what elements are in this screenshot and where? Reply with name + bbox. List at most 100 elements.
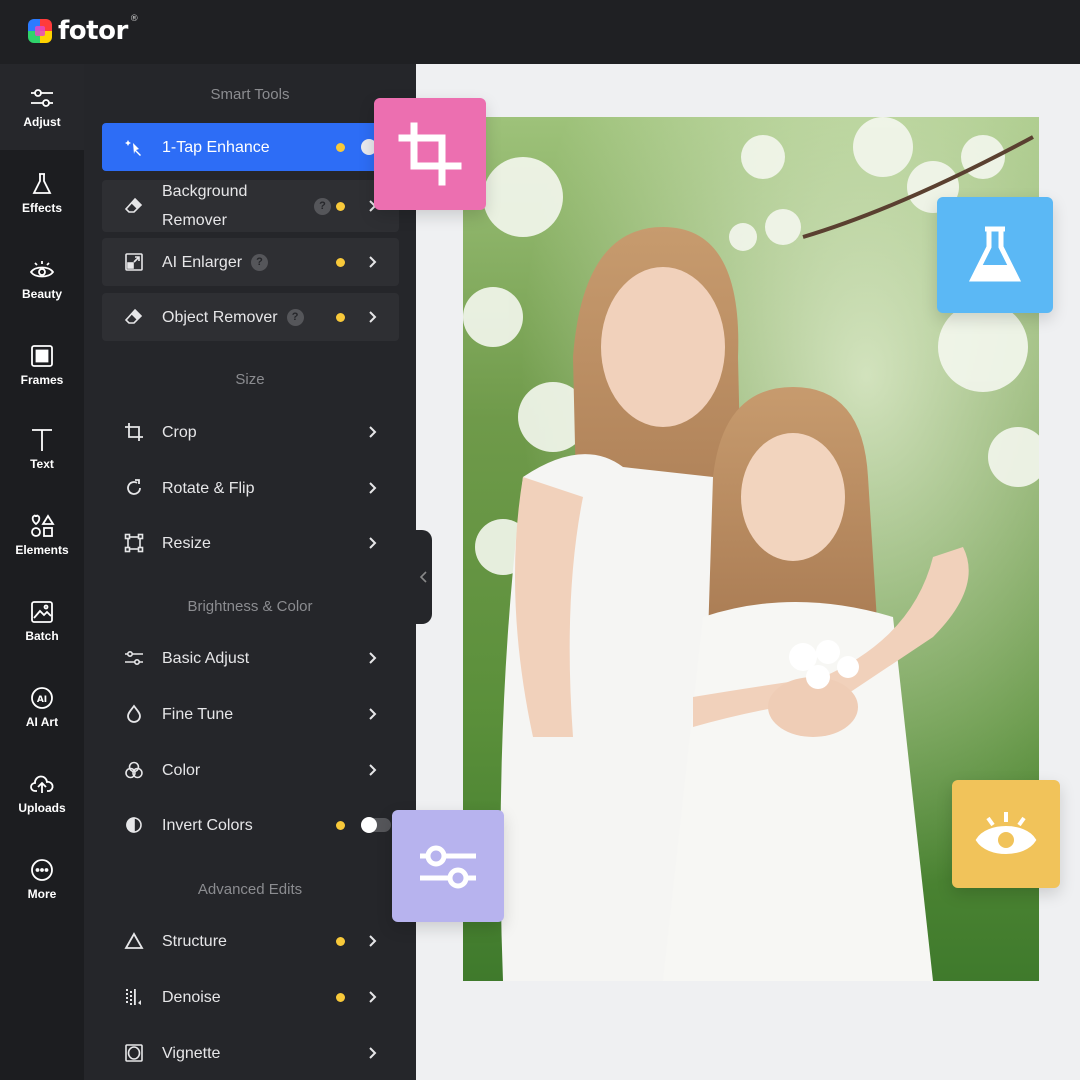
rail-item-text[interactable]: Text (0, 406, 84, 492)
tool-background-remover[interactable]: Background Remover ? (102, 180, 399, 232)
tool-label: Invert Colors (162, 816, 253, 834)
chevron-right-icon (369, 935, 377, 947)
premium-dot (336, 820, 345, 830)
eye-icon (29, 261, 55, 278)
text-icon (32, 429, 52, 451)
tool-color[interactable]: Color (102, 746, 399, 794)
chevron-right-icon (369, 311, 377, 323)
rail-item-batch[interactable]: Batch (0, 578, 84, 664)
flask-icon (32, 173, 52, 194)
rail-label: Beauty (21, 287, 62, 301)
logo-text: fotor (58, 16, 128, 46)
invert-icon (126, 817, 142, 833)
logo-registered-mark: ® (129, 14, 139, 24)
section-title-brightness-color: Brightness & Color (187, 598, 313, 615)
tool-rotate-flip[interactable]: Rotate & Flip (102, 464, 399, 512)
rail-label: Text (30, 457, 54, 471)
rail-item-beauty[interactable]: Beauty (0, 236, 84, 322)
rail-label: Batch (25, 629, 59, 643)
tool-basic-adjust[interactable]: Basic Adjust (102, 634, 399, 682)
tool-object-remover[interactable]: Object Remover ? (102, 293, 399, 341)
rail-item-effects[interactable]: Effects (0, 150, 84, 236)
fotor-logo-mark-icon (28, 19, 52, 43)
tool-structure[interactable]: Structure (102, 917, 399, 965)
tool-label: Structure (162, 932, 227, 950)
eye-icon (975, 812, 1037, 854)
tool-label-line-1: Background (162, 183, 248, 200)
rail-label: Frames (20, 373, 64, 387)
help-icon[interactable]: ? (286, 308, 304, 326)
tool-label: Basic Adjust (162, 649, 250, 667)
top-bar: fotor ® (0, 0, 1080, 64)
tool-label: Fine Tune (162, 705, 234, 723)
beauty-badge (952, 780, 1060, 888)
rail-item-more[interactable]: More (0, 836, 84, 922)
tool-vignette[interactable]: Vignette (102, 1029, 399, 1077)
adjust-badge (392, 810, 504, 922)
triangle-icon (124, 932, 144, 949)
rail-label: Elements (15, 543, 69, 557)
rail-label: Adjust (23, 115, 61, 129)
rail-label: Effects (21, 201, 62, 215)
magic-wand-icon (125, 140, 141, 156)
tool-label: Resize (162, 534, 211, 552)
chevron-right-icon (369, 426, 377, 438)
chevron-right-icon (369, 708, 377, 720)
cloud-upload-icon (30, 775, 54, 793)
rail-item-frames[interactable]: Frames (0, 322, 84, 408)
tool-label: Crop (162, 423, 197, 441)
premium-dot (336, 201, 345, 211)
tools-panel: Smart Tools 1-Tap Enhance Background Remo… (84, 64, 416, 1080)
tool-1-tap-enhance[interactable]: 1-Tap Enhance (102, 123, 399, 171)
tool-invert-colors[interactable]: Invert Colors (102, 801, 399, 849)
frame-icon (31, 345, 53, 367)
tool-ai-enlarger[interactable]: AI Enlarger ? (102, 238, 399, 286)
tool-resize[interactable]: Resize (102, 519, 399, 567)
shapes-icon (31, 514, 55, 537)
left-rail: Adjust Effects Beauty Frames Text Elemen… (0, 64, 84, 1080)
denoise-icon (126, 989, 141, 1005)
tool-label: Background Remover (162, 177, 247, 235)
tool-label: Vignette (162, 1044, 221, 1062)
tool-denoise[interactable]: Denoise (102, 973, 399, 1021)
chevron-right-icon (369, 1047, 377, 1059)
help-icon[interactable]: ? (314, 197, 331, 215)
tool-crop[interactable]: Crop (102, 408, 399, 456)
crop-icon (125, 423, 143, 441)
sliders-icon (125, 650, 143, 666)
chevron-right-icon (369, 764, 377, 776)
rail-item-uploads[interactable]: Uploads (0, 750, 84, 836)
tool-label: Object Remover (162, 308, 278, 326)
rail-item-elements[interactable]: Elements (0, 492, 84, 578)
sliders-icon (420, 845, 476, 889)
chevron-right-icon (369, 652, 377, 664)
crop-badge (374, 98, 486, 210)
tool-label: Denoise (162, 988, 221, 1006)
enlarge-icon (125, 253, 143, 271)
eraser-icon (124, 197, 143, 213)
more-icon (31, 859, 53, 881)
ai-icon: AI (31, 687, 53, 709)
rail-item-adjust[interactable]: Adjust (0, 64, 84, 150)
help-icon[interactable]: ? (251, 253, 269, 271)
tool-label: Color (162, 761, 201, 779)
premium-dot (336, 257, 345, 267)
tool-fine-tune[interactable]: Fine Tune (102, 690, 399, 738)
invert-toggle[interactable] (361, 817, 391, 833)
effects-badge (937, 197, 1053, 313)
section-title-smart-tools: Smart Tools (210, 86, 290, 103)
rail-item-ai-art[interactable]: AI AI Art (0, 664, 84, 750)
chevron-right-icon (369, 256, 377, 268)
droplet-icon (127, 704, 141, 723)
fotor-logo[interactable]: fotor ® (28, 14, 139, 48)
tool-label: Rotate & Flip (162, 479, 255, 497)
collapse-panel-button[interactable] (416, 530, 432, 624)
premium-dot (336, 312, 345, 322)
rail-label: More (27, 887, 57, 901)
tool-label-line-2: Remover (162, 212, 227, 229)
flask-icon (968, 226, 1022, 282)
eraser-icon (124, 308, 143, 324)
crop-icon (398, 122, 462, 186)
chevron-left-icon (419, 571, 427, 583)
color-circles-icon (125, 761, 143, 779)
